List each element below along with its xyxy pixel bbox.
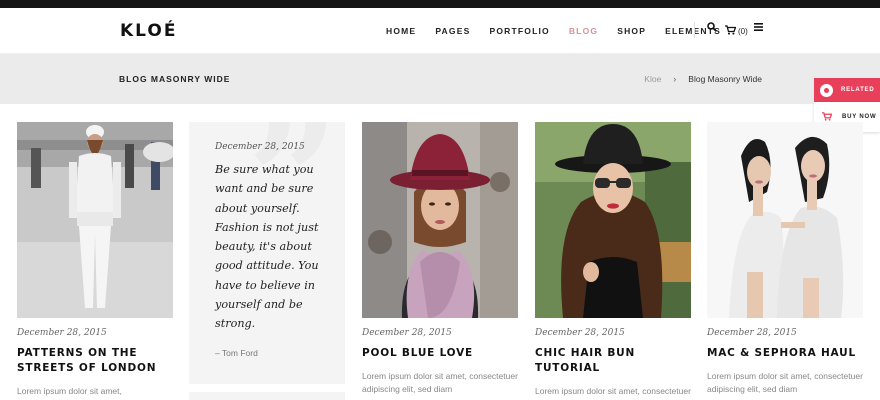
nav-divider bbox=[694, 22, 695, 38]
post-title[interactable]: PATTERNS ON THE STREETS OF LONDON bbox=[17, 346, 173, 376]
breadcrumb: Kloe › Blog Masonry Wide bbox=[644, 74, 762, 84]
blog-post-card: December 28, 2015 CHIC HAIR BUN TUTORIAL… bbox=[535, 122, 691, 400]
cart-icon bbox=[725, 22, 737, 40]
post-excerpt: Lorem ipsum dolor sit amet, bbox=[17, 386, 122, 396]
page-title-bar: BLOG MASONRY WIDE Kloe › Blog Masonry Wi… bbox=[0, 54, 880, 104]
post-date: December 28, 2015 bbox=[17, 328, 107, 338]
cart-count: (0) bbox=[738, 26, 748, 36]
buy-now-label: BUY NOW bbox=[842, 114, 877, 120]
page-title: BLOG MASONRY WIDE bbox=[119, 74, 231, 84]
blog-post-card: December 28, 2015 POOL BLUE LOVE Lorem i… bbox=[362, 122, 518, 396]
post-date: December 28, 2015 bbox=[707, 328, 797, 338]
nav-item-shop[interactable]: SHOP bbox=[617, 26, 646, 36]
site-logo[interactable]: KLOÉ bbox=[120, 21, 177, 41]
post-date: December 28, 2015 bbox=[535, 328, 625, 338]
post-image-street-style[interactable] bbox=[17, 122, 173, 318]
post-title[interactable]: MAC & SEPHORA HAUL bbox=[707, 346, 863, 361]
nav-item-home[interactable]: HOME bbox=[386, 26, 416, 36]
top-info-bar bbox=[0, 0, 880, 8]
breadcrumb-home-link[interactable]: Kloe bbox=[644, 74, 661, 84]
post-image-chic-hair-bun[interactable] bbox=[535, 122, 691, 318]
quote-post-card: ” December 28, 2015 Be sure what you wan… bbox=[189, 122, 345, 384]
site-header: KLOÉ HOME PAGES PORTFOLIO BLOG SHOP ELEM… bbox=[0, 8, 880, 54]
post-excerpt: Lorem ipsum dolor sit amet, consectetuer… bbox=[535, 386, 691, 400]
main-nav: HOME PAGES PORTFOLIO BLOG SHOP ELEMENTS bbox=[386, 26, 740, 36]
next-post-card bbox=[189, 392, 345, 400]
nav-item-blog[interactable]: BLOG bbox=[569, 26, 598, 36]
quote-text[interactable]: Be sure what you want and be sure about … bbox=[215, 160, 321, 334]
post-date: December 28, 2015 bbox=[362, 328, 452, 338]
related-icon bbox=[820, 83, 833, 97]
post-title[interactable]: POOL BLUE LOVE bbox=[362, 346, 518, 361]
blog-post-card: December 28, 2015 MAC & SEPHORA HAUL Lor… bbox=[707, 122, 863, 396]
post-title[interactable]: CHIC HAIR BUN TUTORIAL bbox=[535, 346, 691, 376]
cart-button[interactable]: (0) bbox=[725, 22, 748, 40]
menu-icon[interactable] bbox=[754, 23, 763, 31]
search-icon[interactable] bbox=[707, 22, 717, 32]
post-excerpt: Lorem ipsum dolor sit amet, consectetuer… bbox=[707, 371, 863, 394]
post-excerpt: Lorem ipsum dolor sit amet, consectetuer… bbox=[362, 371, 518, 394]
nav-item-pages[interactable]: PAGES bbox=[435, 26, 470, 36]
post-date: December 28, 2015 bbox=[215, 142, 305, 152]
breadcrumb-separator: › bbox=[673, 74, 677, 84]
nav-item-portfolio[interactable]: PORTFOLIO bbox=[489, 26, 549, 36]
post-image-pool-blue-love[interactable] bbox=[362, 122, 518, 318]
related-label: RELATED bbox=[841, 87, 875, 93]
quote-author: – Tom Ford bbox=[215, 347, 258, 358]
blog-post-card: December 28, 2015 PATTERNS ON THE STREET… bbox=[17, 122, 173, 398]
related-button[interactable]: RELATED bbox=[814, 78, 880, 102]
post-image-mac-sephora-haul[interactable] bbox=[707, 122, 863, 318]
breadcrumb-current: Blog Masonry Wide bbox=[688, 74, 762, 84]
